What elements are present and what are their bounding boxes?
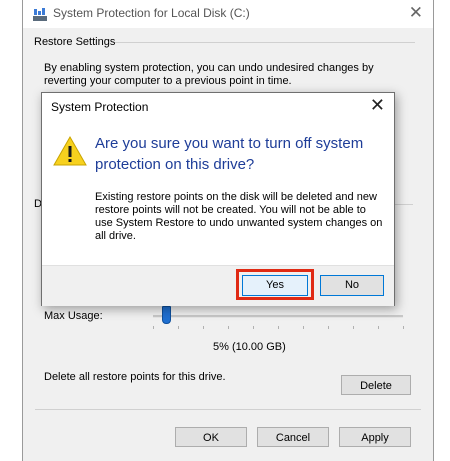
cancel-button[interactable]: Cancel	[257, 427, 329, 447]
slider-tick	[203, 326, 204, 329]
slider-tick	[278, 326, 279, 329]
slider-tick	[253, 326, 254, 329]
restore-description: By enabling system protection, you can u…	[44, 62, 374, 87]
slider-tick	[228, 326, 229, 329]
dialog-close-icon[interactable]: ✕	[370, 95, 385, 116]
slider-tick	[178, 326, 179, 329]
delete-description: Delete all restore points for this drive…	[44, 371, 226, 383]
apply-button[interactable]: Apply	[339, 427, 411, 447]
window-close-icon[interactable]: ✕	[409, 3, 423, 23]
window-title: System Protection for Local Disk (C:)	[53, 6, 250, 20]
slider-tick	[353, 326, 354, 329]
slider-tick	[153, 326, 154, 329]
slider-tick	[328, 326, 329, 329]
dialog-body: Existing restore points on the disk will…	[95, 191, 383, 242]
restore-settings-label: Restore Settings	[34, 36, 116, 48]
window-titlebar: System Protection for Local Disk (C:) ✕	[23, 0, 433, 28]
dialog-footer: Yes No	[42, 265, 394, 306]
dialog-question: Are you sure you want to turn off system…	[95, 135, 364, 173]
slider-tick	[403, 326, 404, 329]
yes-button[interactable]: Yes	[242, 275, 308, 296]
slider-tick	[378, 326, 379, 329]
confirm-dialog: System Protection ✕ Are you sure you wan…	[41, 92, 395, 306]
dialog-title: System Protection	[51, 100, 149, 114]
group-divider	[115, 42, 415, 43]
ok-button[interactable]: OK	[175, 427, 247, 447]
max-usage-label: Max Usage:	[44, 310, 103, 322]
max-usage-slider-track[interactable]	[153, 315, 403, 318]
max-usage-slider-thumb[interactable]	[161, 306, 171, 324]
slider-tick	[303, 326, 304, 329]
warning-icon	[53, 136, 87, 166]
delete-button[interactable]: Delete	[341, 375, 411, 395]
drive-restore-icon	[33, 8, 47, 21]
footer-divider	[35, 409, 421, 410]
max-usage-value: 5% (10.00 GB)	[213, 341, 286, 353]
no-button[interactable]: No	[320, 275, 384, 296]
